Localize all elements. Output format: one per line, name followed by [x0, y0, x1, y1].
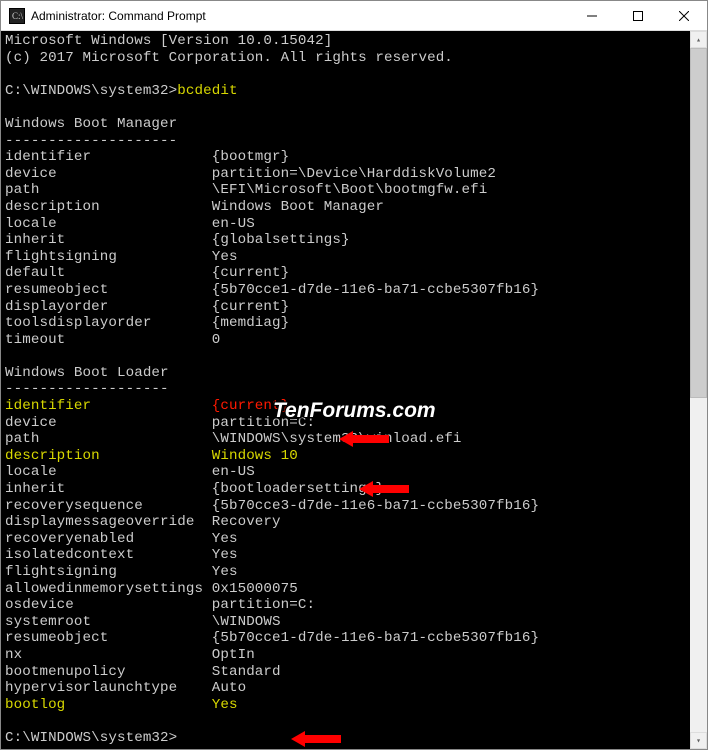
kv-key: nx [5, 647, 212, 663]
kv-key: identifier [5, 398, 212, 414]
kv-value: {current} [212, 398, 290, 414]
kv-value: \WINDOWS [212, 614, 281, 630]
kv-key: bootlog [5, 697, 212, 713]
scroll-down-arrow-icon[interactable]: ▾ [690, 732, 707, 749]
kv-value: 0x15000075 [212, 581, 298, 597]
kv-value: Yes [212, 547, 238, 563]
cmd-icon: C:\ [9, 8, 25, 24]
kv-value: {5b70cce3-d7de-11e6-ba71-ccbe5307fb16} [212, 498, 539, 514]
kv-value: partition=\Device\HarddiskVolume2 [212, 166, 496, 182]
kv-value: 0 [212, 332, 221, 348]
prompt-path: C:\WINDOWS\system32> [5, 83, 177, 99]
divider: ------------------- [5, 381, 169, 397]
kv-value: Auto [212, 680, 246, 696]
console-output[interactable]: Microsoft Windows [Version 10.0.15042] (… [1, 31, 690, 749]
kv-key: default [5, 265, 212, 281]
kv-key: path [5, 182, 212, 198]
kv-value: Yes [212, 564, 238, 580]
kv-value: Standard [212, 664, 281, 680]
kv-value: en-US [212, 216, 255, 232]
kv-value: {5b70cce1-d7de-11e6-ba71-ccbe5307fb16} [212, 630, 539, 646]
maximize-button[interactable] [615, 1, 661, 30]
scroll-up-arrow-icon[interactable]: ▴ [690, 31, 707, 48]
kv-key: isolatedcontext [5, 547, 212, 563]
kv-key: bootmenupolicy [5, 664, 212, 680]
kv-value: en-US [212, 464, 255, 480]
console-line: Microsoft Windows [Version 10.0.15042] [5, 33, 332, 49]
window-title: Administrator: Command Prompt [31, 9, 569, 23]
kv-key: device [5, 166, 212, 182]
kv-value: {globalsettings} [212, 232, 350, 248]
kv-value: Windows 10 [212, 448, 298, 464]
kv-key: flightsigning [5, 249, 212, 265]
kv-value: OptIn [212, 647, 255, 663]
kv-value: \EFI\Microsoft\Boot\bootmgfw.efi [212, 182, 488, 198]
window-controls [569, 1, 707, 30]
kv-value: {current} [212, 265, 290, 281]
kv-value: Yes [212, 249, 238, 265]
kv-value: Recovery [212, 514, 281, 530]
kv-key: displaymessageoverride [5, 514, 212, 530]
kv-value: {bootloadersettings} [212, 481, 384, 497]
kv-value: Yes [212, 531, 238, 547]
kv-key: flightsigning [5, 564, 212, 580]
divider: -------------------- [5, 133, 177, 149]
kv-value: {memdiag} [212, 315, 290, 331]
cursor-icon [177, 731, 185, 746]
kv-key: description [5, 448, 212, 464]
kv-key: hypervisorlaunchtype [5, 680, 212, 696]
kv-value: {5b70cce1-d7de-11e6-ba71-ccbe5307fb16} [212, 282, 539, 298]
scroll-thumb[interactable] [690, 48, 707, 398]
console-line: (c) 2017 Microsoft Corporation. All righ… [5, 50, 453, 66]
kv-key: locale [5, 216, 212, 232]
kv-value: {bootmgr} [212, 149, 290, 165]
kv-key: osdevice [5, 597, 212, 613]
kv-key: systemroot [5, 614, 212, 630]
close-button[interactable] [661, 1, 707, 30]
kv-key: displayorder [5, 299, 212, 315]
kv-key: resumeobject [5, 630, 212, 646]
minimize-button[interactable] [569, 1, 615, 30]
kv-key: description [5, 199, 212, 215]
kv-value: Yes [212, 697, 238, 713]
kv-value: Windows Boot Manager [212, 199, 384, 215]
typed-command: bcdedit [177, 83, 237, 99]
kv-key: locale [5, 464, 212, 480]
kv-value: partition=C: [212, 597, 315, 613]
kv-key: toolsdisplayorder [5, 315, 212, 331]
kv-key: recoverysequence [5, 498, 212, 514]
titlebar[interactable]: C:\ Administrator: Command Prompt [1, 1, 707, 31]
kv-value: {current} [212, 299, 290, 315]
vertical-scrollbar[interactable]: ▴ ▾ [690, 31, 707, 749]
section-heading: Windows Boot Manager [5, 116, 177, 132]
kv-value: partition=C: [212, 415, 315, 431]
kv-key: timeout [5, 332, 212, 348]
kv-key: identifier [5, 149, 212, 165]
kv-value: \WINDOWS\system32\winload.efi [212, 431, 462, 447]
svg-text:C:\: C:\ [12, 11, 24, 21]
kv-key: recoveryenabled [5, 531, 212, 547]
section-heading: Windows Boot Loader [5, 365, 169, 381]
kv-key: resumeobject [5, 282, 212, 298]
kv-key: path [5, 431, 212, 447]
kv-key: inherit [5, 481, 212, 497]
kv-key: inherit [5, 232, 212, 248]
scroll-track[interactable] [690, 48, 707, 732]
kv-key: allowedinmemorysettings [5, 581, 212, 597]
prompt-path: C:\WINDOWS\system32> [5, 730, 177, 746]
kv-key: device [5, 415, 212, 431]
